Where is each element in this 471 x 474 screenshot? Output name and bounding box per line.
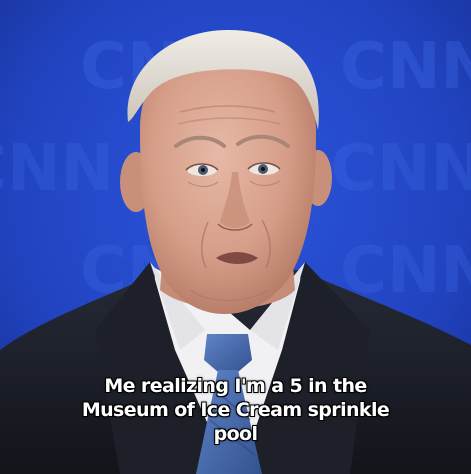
cnn-logo: CNN	[0, 132, 114, 206]
cnn-logo: CNN	[340, 30, 471, 104]
cnn-logo: CNN	[330, 132, 471, 206]
caption-line: Museum of Ice Cream sprinkle	[81, 399, 390, 421]
meme-caption: Me realizing I'm a 5 in the Museum of Ic…	[0, 374, 471, 446]
caption-line: pool	[213, 423, 258, 445]
caption-line: Me realizing I'm a 5 in the	[104, 375, 367, 397]
meme-image: CNN CNN CNN CNN CNN CNN	[0, 0, 471, 474]
face	[140, 48, 317, 314]
